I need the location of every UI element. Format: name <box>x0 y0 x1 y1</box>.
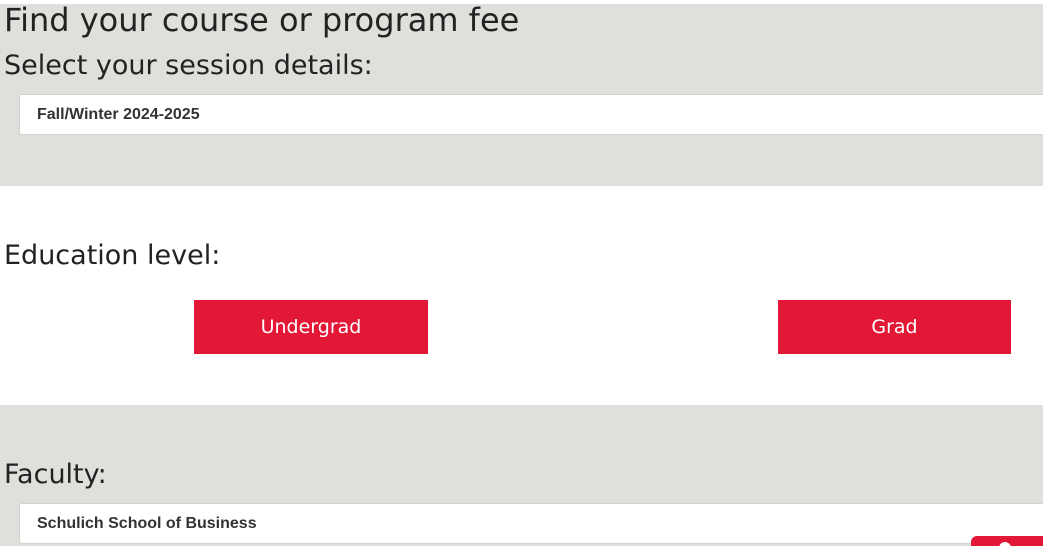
session-select[interactable]: Fall/Winter 2024-2025 <box>19 94 1043 135</box>
faculty-heading: Faculty: <box>4 459 107 490</box>
fee-finder-page: Find your course or program fee Select y… <box>0 0 1043 546</box>
session-heading: Select your session details: <box>4 50 373 81</box>
education-level-heading: Education level: <box>4 240 221 271</box>
undergrad-button[interactable]: Undergrad <box>194 300 428 354</box>
chat-help-icon[interactable] <box>971 536 1043 546</box>
faculty-select[interactable]: Schulich School of Business <box>19 503 1043 544</box>
grad-button[interactable]: Grad <box>778 300 1011 354</box>
help-tab-dot <box>999 542 1011 546</box>
page-title: Find your course or program fee <box>4 1 520 39</box>
